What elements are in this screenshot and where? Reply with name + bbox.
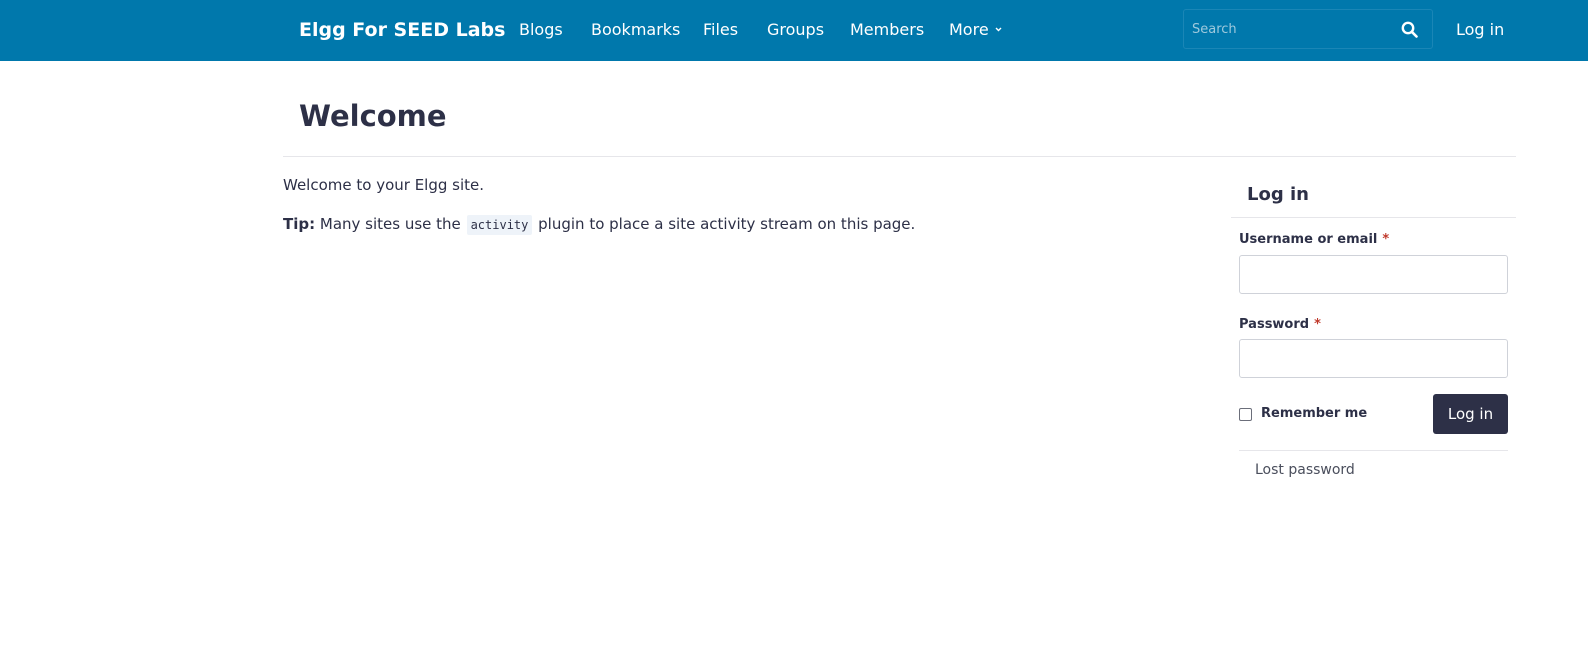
tip-text: Tip: Many sites use the activity plugin … xyxy=(283,213,915,235)
login-module-title: Log in xyxy=(1247,184,1309,205)
site-name-link[interactable]: Elgg For SEED Labs xyxy=(299,17,505,43)
title-divider xyxy=(283,156,1516,157)
top-navigation-bar: Elgg For SEED Labs Blogs Bookmarks Files… xyxy=(0,0,1588,61)
tip-label: Tip: xyxy=(283,215,316,233)
tip-text-before: Many sites use the xyxy=(319,215,461,233)
nav-item-groups[interactable]: Groups xyxy=(767,19,824,41)
activity-code: activity xyxy=(466,215,533,235)
chevron-down-icon[interactable] xyxy=(995,26,1002,33)
required-mark: * xyxy=(1382,232,1390,247)
welcome-text: Welcome to your Elgg site. xyxy=(283,176,485,194)
remember-me-checkbox[interactable] xyxy=(1239,408,1252,421)
nav-item-members[interactable]: Members xyxy=(850,19,924,41)
nav-item-files[interactable]: Files xyxy=(703,19,738,41)
password-label: Password * xyxy=(1239,317,1321,332)
required-mark: * xyxy=(1314,317,1321,332)
password-field[interactable] xyxy=(1239,339,1508,378)
tip-text-after: plugin to place a site activity stream o… xyxy=(538,215,916,233)
nav-item-blogs[interactable]: Blogs xyxy=(519,19,563,41)
login-footer-divider xyxy=(1239,450,1508,451)
nav-item-more[interactable]: More xyxy=(949,19,989,41)
nav-item-bookmarks[interactable]: Bookmarks xyxy=(591,19,680,41)
login-submit-button[interactable]: Log in xyxy=(1433,394,1508,434)
search-icon[interactable] xyxy=(1401,21,1418,38)
remember-me-label[interactable]: Remember me xyxy=(1261,405,1367,423)
header-login-link[interactable]: Log in xyxy=(1456,19,1504,41)
username-field[interactable] xyxy=(1239,255,1508,294)
lost-password-link[interactable]: Lost password xyxy=(1255,460,1355,480)
search-input[interactable] xyxy=(1192,19,1382,39)
login-module-divider xyxy=(1231,217,1516,218)
username-label: Username or email * xyxy=(1239,232,1390,247)
page-title: Welcome xyxy=(299,99,447,133)
search-form xyxy=(1183,9,1433,49)
